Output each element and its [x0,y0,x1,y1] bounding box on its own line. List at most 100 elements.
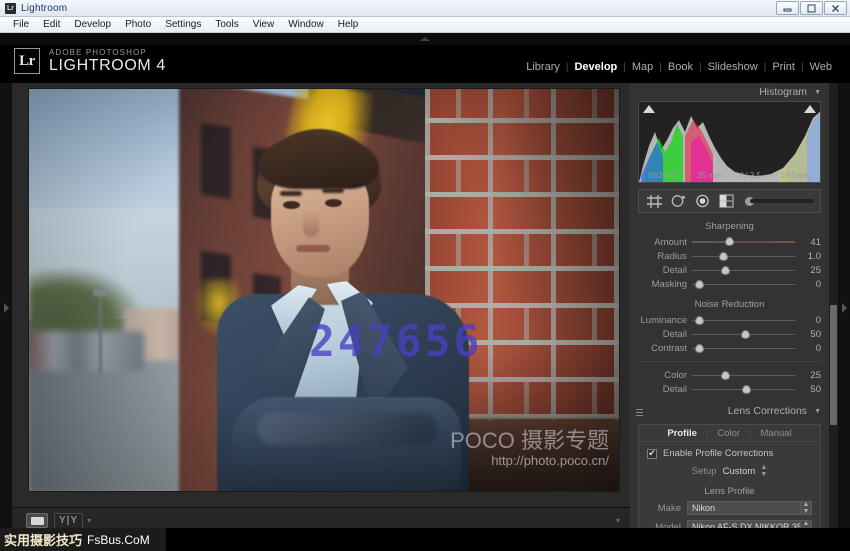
lightroom-shell: Lr ADOBE PHOTOSHOP LIGHTROOM 4 Library |… [0,33,850,533]
lens-corrections-header[interactable]: Lens Corrections ▼ [630,402,829,420]
window-controls [776,1,847,15]
scrollbar-thumb[interactable] [830,305,837,425]
chevron-up-icon [420,37,430,41]
slider-knob[interactable] [695,343,705,353]
loupe-view-icon[interactable] [26,513,48,528]
adjustment-brush-slider[interactable] [745,194,814,208]
slider-amount[interactable]: Amount 41 [630,235,829,249]
slider-radius[interactable]: Radius 1.0 [630,249,829,263]
slider-masking[interactable]: Masking 0 [630,277,829,291]
menu-item-view[interactable]: View [246,18,282,32]
module-map[interactable]: Map [626,61,659,73]
slider-knob[interactable] [720,265,730,275]
develop-tool-strip [638,189,821,213]
lens-make-row[interactable]: Make Nikon ▲ ▼ [639,500,820,516]
slider-label: Contrast [651,342,687,354]
histogram-header[interactable]: Histogram ▼ [630,83,829,101]
menu-item-develop[interactable]: Develop [67,18,118,32]
highlight-clipping-icon[interactable] [804,105,816,113]
histogram-metadata: ISO 640 35 mm f / 2.5 1/50 sec [639,171,820,180]
slider-color[interactable]: Color 25 [630,368,829,382]
menu-item-settings[interactable]: Settings [158,18,208,32]
slider-luminance[interactable]: Luminance 0 [630,313,829,327]
lens-corrections-body: Profile | Color | Manual ✔ Enable Profil… [638,424,821,533]
spot-removal-icon[interactable] [669,193,688,210]
slider-label: Detail [662,264,687,276]
slider-label: Amount [654,236,687,248]
switch-icon[interactable] [636,406,643,416]
menu-item-window[interactable]: Window [281,18,331,32]
slider-track[interactable] [692,384,795,394]
setup-row[interactable]: Setup Custom ▲ ▼ [639,464,820,478]
lightroom-badge-icon: Lr [14,48,40,74]
slider-knob[interactable] [695,279,705,289]
slider-luminance-contrast[interactable]: Contrast 0 [630,341,829,355]
chevron-down-icon[interactable]: ▼ [814,408,821,415]
slider-track[interactable] [692,279,795,289]
slider-knob[interactable] [724,237,734,246]
right-panel-scrollbar[interactable] [829,83,838,533]
minimize-icon[interactable] [776,1,799,15]
slider-track[interactable] [692,315,795,325]
subject-mouth [296,245,330,252]
toolbar-options[interactable]: ▾ [616,516,620,525]
slider-track[interactable] [692,265,795,275]
enable-profile-corrections-row[interactable]: ✔ Enable Profile Corrections [639,442,820,459]
menu-item-file[interactable]: File [6,18,36,32]
histogram-graph[interactable]: ISO 640 35 mm f / 2.5 1/50 sec [638,101,821,183]
tab-profile[interactable]: Profile [658,428,706,439]
slider-knob[interactable] [741,329,751,339]
top-panel-collapse-bar[interactable] [0,33,850,45]
slider-color-detail[interactable]: Detail 50 [630,382,829,396]
slider-knob[interactable] [720,370,730,380]
slider-detail[interactable]: Detail 25 [630,263,829,277]
exif-focal-length: 35 mm [697,171,722,180]
window-titlebar: Lr Lightroom [0,0,850,17]
setup-stepper-icon[interactable]: ▲ ▼ [760,464,767,478]
menu-item-edit[interactable]: Edit [36,18,67,32]
menu-item-help[interactable]: Help [331,18,366,32]
maximize-icon[interactable] [800,1,823,15]
photo-subject [209,129,474,491]
photo-watermark-digits: 247656 [309,317,483,367]
lightroom-app: Lr ADOBE PHOTOSHOP LIGHTROOM 4 Library |… [0,33,850,551]
module-develop[interactable]: Develop [568,61,623,73]
identity-plate[interactable]: Lr ADOBE PHOTOSHOP LIGHTROOM 4 [14,48,166,74]
sharpening-title: Sharpening [705,221,754,232]
tab-manual[interactable]: Manual [752,428,801,439]
shadow-clipping-icon[interactable] [643,105,655,113]
lens-make-value[interactable]: Nikon [687,501,801,515]
slider-track[interactable] [692,251,795,261]
brush-size-track[interactable] [750,199,814,203]
module-book[interactable]: Book [662,61,699,73]
tab-color[interactable]: Color [708,428,749,439]
slider-track[interactable] [692,329,795,339]
slider-track[interactable] [692,237,795,246]
menu-item-tools[interactable]: Tools [208,18,245,32]
slider-track[interactable] [692,343,795,353]
close-icon[interactable] [824,1,847,15]
chevron-down-icon[interactable]: ▼ [814,89,821,96]
module-library[interactable]: Library [520,61,566,73]
lens-make-stepper-icon[interactable]: ▲ ▼ [801,501,812,515]
slider-knob[interactable] [695,315,705,325]
graduated-filter-icon[interactable] [717,193,736,210]
red-eye-icon[interactable] [693,193,712,210]
slider-track[interactable] [692,370,795,380]
chevron-down-icon[interactable]: ▾ [87,516,91,525]
slider-knob[interactable] [742,384,752,394]
slider-luminance-detail[interactable]: Detail 50 [630,327,829,341]
right-panel-collapse-bar[interactable] [838,83,850,533]
crop-overlay-icon[interactable] [645,193,664,210]
enable-profile-corrections-checkbox[interactable]: ✔ [647,448,657,459]
module-web[interactable]: Web [804,61,838,73]
module-slideshow[interactable]: Slideshow [702,61,764,73]
photo-preview[interactable]: 247656 POCO 摄影专题 http://photo.poco.cn/ [28,88,620,492]
setup-value[interactable]: Custom [723,466,756,477]
menu-item-photo[interactable]: Photo [118,18,158,32]
module-print[interactable]: Print [766,61,801,73]
toolbar-chevron-down-icon[interactable]: ▾ [616,516,620,525]
slider-knob[interactable] [718,251,728,261]
compare-view-toggle[interactable]: Y|Y [54,512,84,529]
left-panel-collapse-bar[interactable] [0,83,12,533]
